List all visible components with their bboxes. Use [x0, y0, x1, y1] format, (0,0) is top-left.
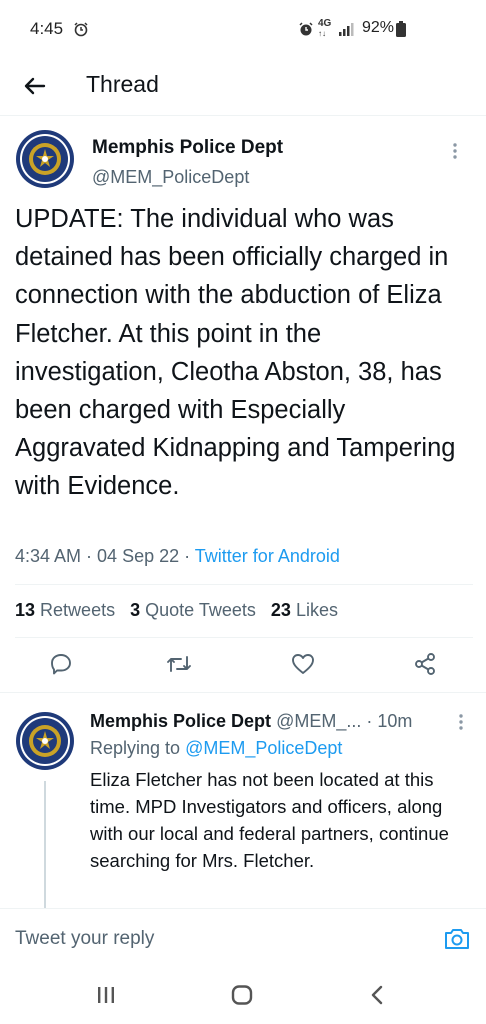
recent-apps-icon[interactable]: [96, 986, 116, 1009]
tweet-text: UPDATE: The individual who was detained …: [15, 205, 456, 501]
status-bar: 4:45 4G ↑↓ 92%: [0, 0, 486, 60]
retweets-stat[interactable]: 13 Retweets: [15, 600, 115, 620]
tweet-source-link[interactable]: Twitter for Android: [195, 546, 340, 566]
system-back-icon[interactable]: [370, 985, 384, 1010]
camera-icon[interactable]: [443, 926, 471, 957]
back-arrow-icon[interactable]: [22, 73, 48, 104]
home-icon[interactable]: [231, 985, 253, 1010]
mention-link[interactable]: @MEM_PoliceDept: [185, 738, 342, 758]
top-bar: Thread: [0, 60, 486, 116]
signal-icon: [338, 22, 356, 41]
heart-icon[interactable]: [290, 651, 316, 682]
replying-to: Replying to @MEM_PoliceDept: [90, 738, 343, 758]
meta-separator: ·: [81, 546, 98, 566]
quote-tweets-stat[interactable]: 3 Quote Tweets: [130, 600, 256, 620]
reply-icon[interactable]: [48, 651, 74, 682]
page-title: Thread: [86, 71, 159, 97]
tweet-age: 10m: [377, 711, 413, 731]
tweet-time: 4:34 AM: [15, 546, 82, 566]
reply-input[interactable]: Tweet your reply: [15, 928, 154, 950]
reply-composer[interactable]: Tweet your reply: [0, 908, 486, 966]
tweet-actions: [0, 638, 486, 694]
police-seal-logo: [14, 128, 76, 190]
retweet-icon[interactable]: [165, 651, 193, 682]
meta-separator: ·: [179, 546, 195, 566]
tweet-date: 04 Sep 22: [97, 546, 180, 566]
alarm-status-icon: [298, 21, 314, 42]
reply-header: Memphis Police Dept @MEM_... · 10m: [90, 711, 412, 732]
more-options-icon[interactable]: [458, 713, 464, 736]
reply-tweet: Memphis Police Dept @MEM_... · 10m Reply…: [0, 692, 486, 909]
thread-line: [44, 781, 46, 909]
likes-stat[interactable]: 23 Likes: [271, 600, 338, 620]
author-handle[interactable]: @MEM_PoliceDept: [92, 167, 249, 188]
tweet-stats: 13 Retweets 3 Quote Tweets 23 Likes: [15, 600, 348, 621]
tweet-text: Eliza Fletcher has not been located at t…: [90, 769, 449, 871]
meta-separator: ·: [361, 711, 378, 731]
status-time: 4:45: [30, 19, 64, 38]
alarm-icon: [73, 21, 89, 42]
police-seal-logo: [14, 710, 76, 772]
author-name[interactable]: Memphis Police Dept: [90, 711, 271, 731]
avatar[interactable]: [14, 128, 76, 190]
battery-percent: 92%: [362, 19, 395, 36]
author-name[interactable]: Memphis Police Dept: [92, 137, 283, 159]
share-icon[interactable]: [412, 651, 438, 682]
battery-icon: [396, 21, 406, 42]
system-nav-bar: [0, 966, 486, 1024]
author-handle[interactable]: @MEM_...: [276, 711, 361, 731]
network-4g-icon: 4G ↑↓: [318, 18, 332, 39]
avatar[interactable]: [14, 710, 76, 772]
tweet-meta: 4:34 AM · 04 Sep 22 · Twitter for Androi…: [15, 546, 340, 567]
divider: [15, 584, 473, 585]
more-options-icon[interactable]: [452, 142, 458, 165]
